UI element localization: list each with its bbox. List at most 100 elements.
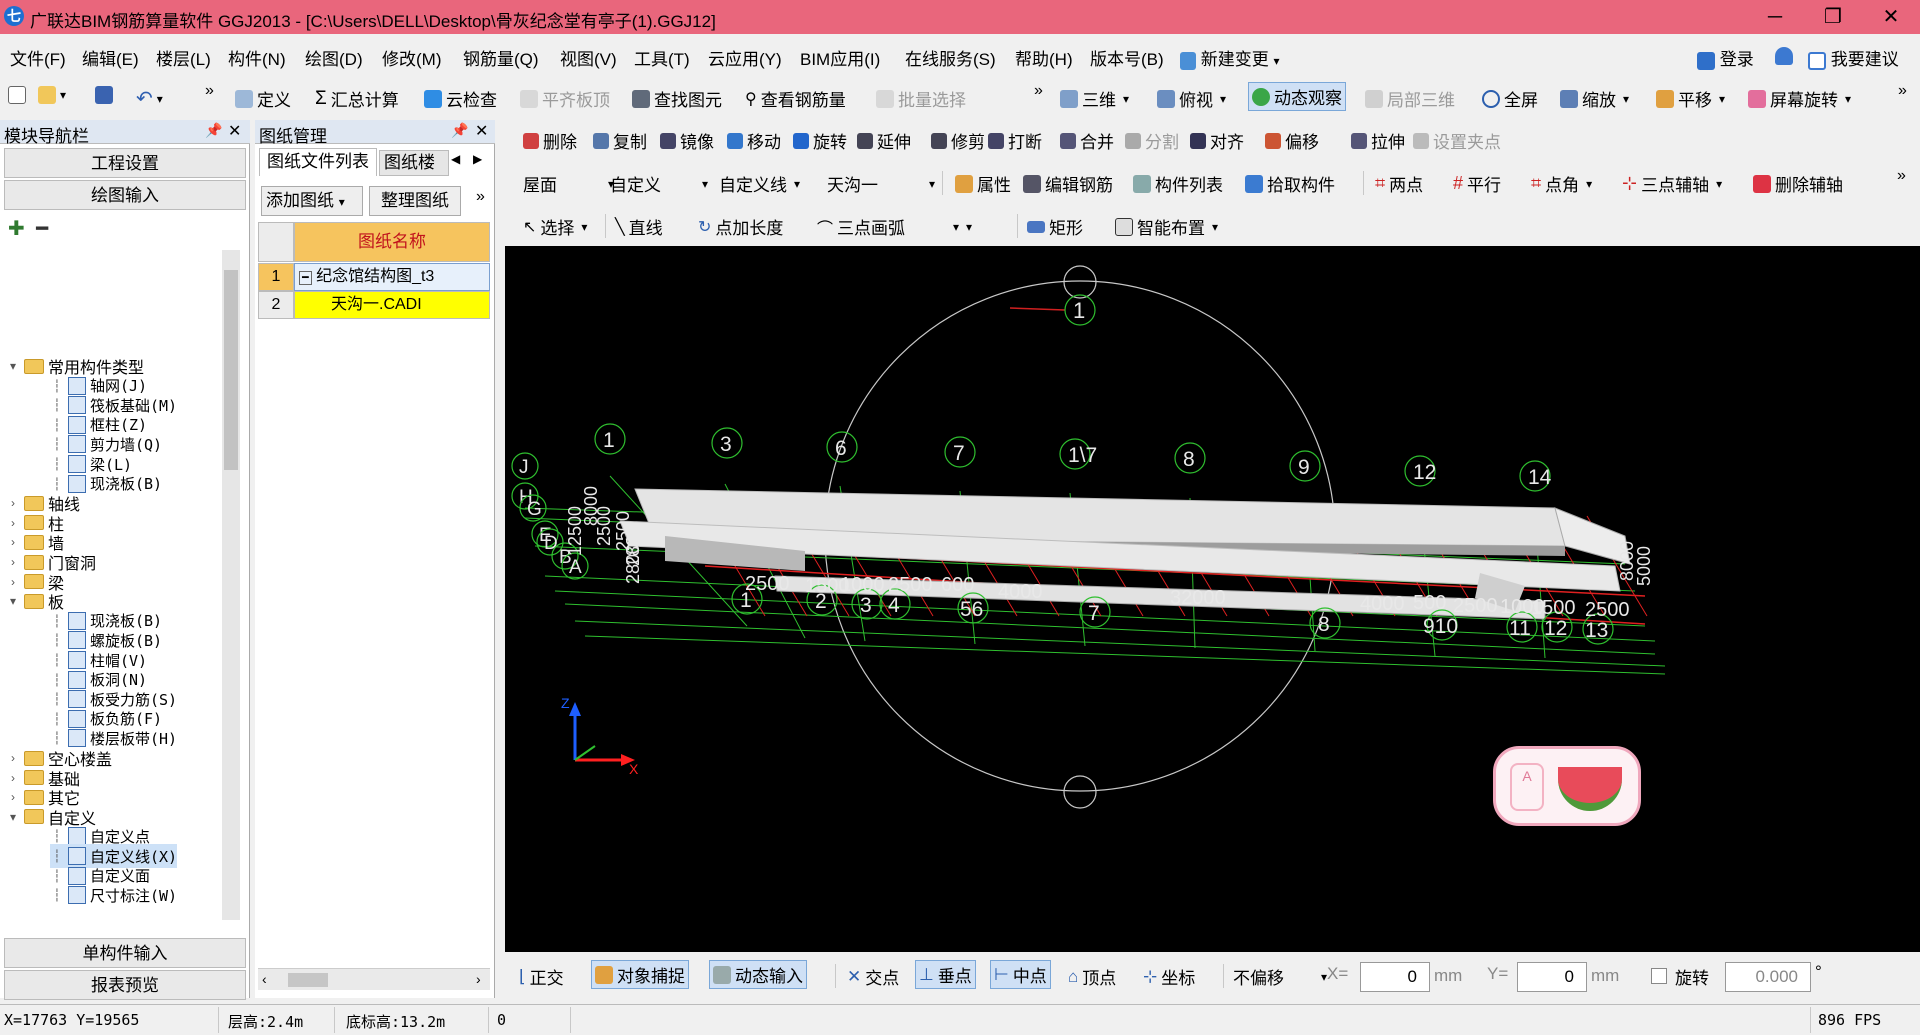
midpoint-snap-button[interactable]: ⊢ 中点 xyxy=(990,960,1051,989)
coordinate-snap-button[interactable]: ⊹ 坐标 xyxy=(1143,964,1195,989)
align-button[interactable]: 对齐 xyxy=(1190,128,1244,153)
rotate-button[interactable]: 旋转 xyxy=(793,128,847,153)
delete-button[interactable]: 删除 xyxy=(523,128,577,153)
chevron-right-icon[interactable]: › xyxy=(6,771,20,785)
tree-scrollbar[interactable] xyxy=(222,250,240,920)
point-angle-button[interactable]: ⌗ 点角 xyxy=(1531,171,1592,196)
tab-right-arrow-icon[interactable]: ▶ xyxy=(473,152,482,166)
two-point-axis-button[interactable]: ⌗ 两点 xyxy=(1375,171,1423,196)
restore-button[interactable]: ❐ xyxy=(1804,0,1862,34)
object-snap-button[interactable]: 对象捕捉 xyxy=(591,960,689,989)
menu-modify[interactable]: 修改(M) xyxy=(382,45,441,70)
tree-item[interactable]: ┆ 尺寸标注(W) xyxy=(50,883,177,907)
chevron-down-icon[interactable]: ▾ xyxy=(6,594,20,608)
extend-button[interactable]: 延伸 xyxy=(857,128,911,153)
chevron-right-icon[interactable]: › xyxy=(6,496,20,510)
line-button[interactable]: ╲ 直线 xyxy=(615,214,663,239)
ortho-button[interactable]: ⌊ 正交 xyxy=(519,964,564,989)
chevron-down-icon[interactable]: ▾ xyxy=(6,810,20,824)
rotate-angle-input[interactable]: 0.000 xyxy=(1725,962,1811,992)
menu-version[interactable]: 版本号(B) xyxy=(1090,45,1164,70)
expand-all-icon[interactable]: ✚ xyxy=(8,216,25,241)
undo-button[interactable]: ↶ ▾ xyxy=(136,86,163,111)
bell-icon[interactable] xyxy=(1775,45,1793,65)
minimize-button[interactable]: ─ xyxy=(1746,0,1804,34)
three-point-arc-button[interactable]: ⌒ 三点画弧 ▾ xyxy=(817,214,972,239)
toolbar-overflow-icon[interactable]: » xyxy=(205,82,214,100)
menu-file[interactable]: 文件(F) xyxy=(10,45,66,70)
suggest-link[interactable]: 我要建议 xyxy=(1808,45,1899,70)
top-view-button[interactable]: 俯视 xyxy=(1157,86,1226,111)
chevron-right-icon[interactable]: › xyxy=(6,516,20,530)
single-component-input-button[interactable]: 单构件输入 xyxy=(4,938,246,968)
menu-rebar[interactable]: 钢筋量(Q) xyxy=(463,45,539,70)
pick-component-button[interactable]: 拾取构件 xyxy=(1245,171,1335,196)
menu-online[interactable]: 在线服务(S) xyxy=(905,45,996,70)
collapse-all-icon[interactable]: ━ xyxy=(36,216,48,241)
rectangle-button[interactable]: 矩形 xyxy=(1027,214,1083,239)
watermelon-sticker-icon[interactable]: A xyxy=(1493,746,1641,826)
menu-bim[interactable]: BIM应用(I) xyxy=(800,45,880,70)
menu-component[interactable]: 构件(N) xyxy=(228,45,286,70)
menu-draw[interactable]: 绘图(D) xyxy=(305,45,363,70)
dynamic-input-button[interactable]: 动态输入 xyxy=(709,960,807,989)
organize-drawings-button[interactable]: 整理图纸 xyxy=(369,186,461,216)
chevron-right-icon[interactable]: › xyxy=(6,555,20,569)
close-icon[interactable]: ✕ xyxy=(228,121,241,141)
tree-scrollbar-thumb[interactable] xyxy=(224,270,238,470)
tab-drawing-floor[interactable]: 图纸楼 xyxy=(379,150,449,176)
delete-aux-axis-button[interactable]: 删除辅轴 xyxy=(1753,171,1843,196)
perpendicular-snap-button[interactable]: ⊥ 垂点 xyxy=(915,960,976,989)
parallel-axis-button[interactable]: # 平行 xyxy=(1453,171,1501,196)
chevron-right-icon[interactable]: › xyxy=(6,751,20,765)
element-select[interactable]: 天沟一 xyxy=(827,171,935,196)
floor-select[interactable]: 屋面 xyxy=(523,171,614,196)
local-3d-button[interactable]: 局部三维 xyxy=(1365,86,1455,111)
point-length-button[interactable]: ↻ 点加长度 xyxy=(698,214,783,239)
move-button[interactable]: 移动 xyxy=(727,128,781,153)
toolbar-overflow-icon-2[interactable]: » xyxy=(1034,82,1043,100)
menu-tools[interactable]: 工具(T) xyxy=(634,45,690,70)
define-button[interactable]: 定义 xyxy=(235,86,291,111)
intersection-snap-button[interactable]: ✕ 交点 xyxy=(847,964,899,989)
menu-floor[interactable]: 楼层(L) xyxy=(156,45,211,70)
add-drawing-button[interactable]: 添加图纸 ▾ xyxy=(261,186,363,216)
smart-layout-button[interactable]: 智能布置 xyxy=(1115,214,1218,239)
drawing-canvas[interactable]: 1 1 3 6 7 1\7 8 9 12 14 1 2 3 4 56 7 8 910 11 12 13 J H G E D B A … xyxy=(505,246,1920,952)
menu-help[interactable]: 帮助(H) xyxy=(1015,45,1073,70)
category-select[interactable]: 自定义线 xyxy=(719,171,800,196)
mirror-button[interactable]: 镜像 xyxy=(660,128,714,153)
draw-input-button[interactable]: 绘图输入 xyxy=(4,180,246,210)
tab-drawing-file-list[interactable]: 图纸文件列表 xyxy=(259,148,377,176)
zoom-button[interactable]: 缩放 xyxy=(1560,86,1629,111)
properties-button[interactable]: 属性 xyxy=(955,171,1011,196)
chevron-right-icon[interactable]: › xyxy=(6,575,20,589)
edit-rebar-button[interactable]: 编辑钢筋 xyxy=(1023,171,1113,196)
dynamic-observe-button[interactable]: 动态观察 xyxy=(1248,82,1346,111)
copy-button[interactable]: 复制 xyxy=(593,128,647,153)
toolbar-overflow-icon-3[interactable]: » xyxy=(1898,82,1907,100)
find-element-button[interactable]: 查找图元 xyxy=(632,86,722,111)
offset-button[interactable]: 偏移 xyxy=(1265,128,1319,153)
x-offset-input[interactable]: 0 xyxy=(1360,962,1430,992)
pan-button[interactable]: 平移 xyxy=(1656,86,1725,111)
pin-icon-2[interactable]: 📌 xyxy=(451,122,468,139)
report-preview-button[interactable]: 报表预览 xyxy=(4,970,246,1000)
cloud-check-button[interactable]: 云检查 xyxy=(424,86,497,111)
tab-left-arrow-icon[interactable]: ◀ xyxy=(451,152,460,166)
close-icon-2[interactable]: ✕ xyxy=(475,121,488,141)
type-select[interactable]: 自定义 xyxy=(610,171,708,196)
rotate-checkbox[interactable] xyxy=(1651,968,1667,984)
offset-select[interactable]: 不偏移 xyxy=(1233,964,1327,989)
login-link[interactable]: 登录 xyxy=(1697,45,1754,70)
view-rebar-button[interactable]: ⚲ 查看钢筋量 xyxy=(745,86,846,111)
menu-cloud[interactable]: 云应用(Y) xyxy=(708,45,782,70)
three-point-axis-button[interactable]: ⊹ 三点辅轴 xyxy=(1622,171,1722,196)
batch-select-button[interactable]: 批量选择 xyxy=(876,86,966,111)
menu-view[interactable]: 视图(V) xyxy=(560,45,617,70)
set-grip-button[interactable]: 设置夹点 xyxy=(1413,128,1501,153)
orbit-handle-bottom[interactable] xyxy=(1063,775,1097,809)
chevron-down-icon[interactable]: ▾ xyxy=(6,359,20,373)
menu-new-change[interactable]: 新建变更 ▾ xyxy=(1180,45,1280,70)
open-file-button[interactable]: ▾ xyxy=(38,86,66,104)
